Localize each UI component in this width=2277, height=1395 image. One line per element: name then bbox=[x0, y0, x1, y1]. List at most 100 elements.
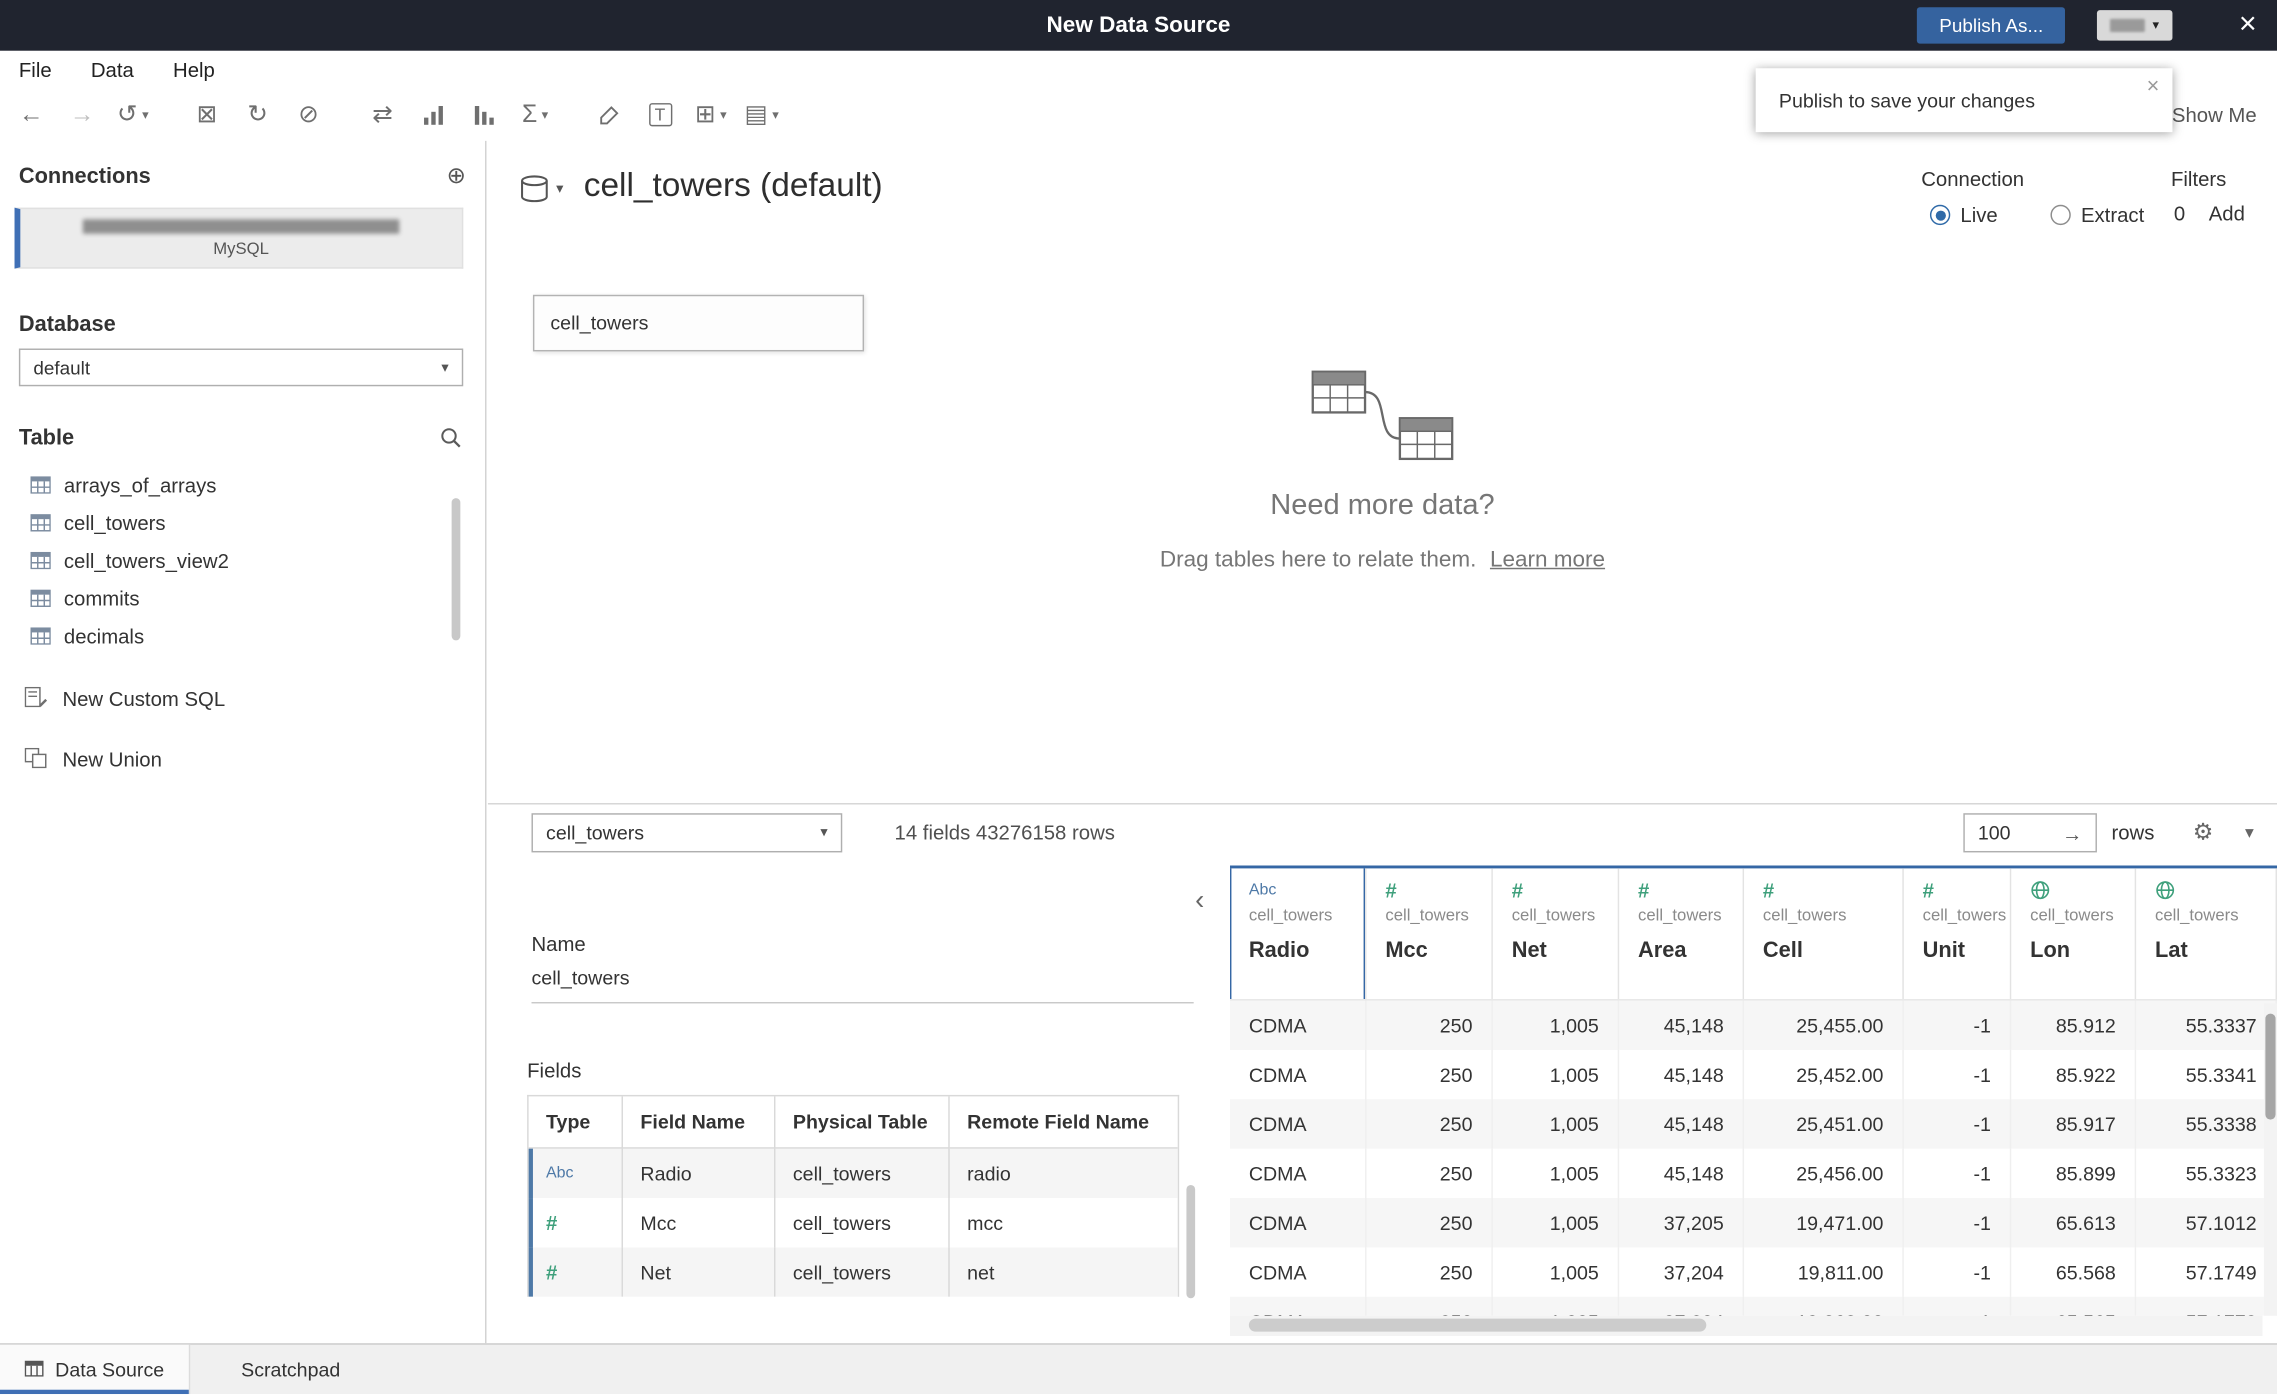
tooltip-close-icon[interactable]: × bbox=[2147, 74, 2160, 99]
fields-row[interactable]: # Mcc cell_towers mcc bbox=[528, 1198, 1178, 1248]
clear-sheet-button[interactable]: ⊠ bbox=[182, 93, 233, 137]
learn-more-link[interactable]: Learn more bbox=[1490, 547, 1605, 572]
grid-row[interactable]: CDMA 250 1,005 37,204 19,811.00 -1 65.568 57.17… bbox=[1230, 1247, 2277, 1297]
grid-cell: CDMA bbox=[1230, 1198, 1367, 1248]
empty-state-title: Need more data? bbox=[1270, 489, 1495, 522]
account-menu[interactable]: ▾ bbox=[2096, 10, 2173, 41]
grid-cell: 45,148 bbox=[1619, 1148, 1745, 1199]
data-grid: Abc cell_towers Radio # cell_towers Mcc # cell_… bbox=[1229, 865, 2277, 1344]
grid-row[interactable]: CDMA 250 1,005 45,148 25,451.00 -1 85.917 55.33… bbox=[1229, 1099, 2277, 1149]
canvas-table-node[interactable]: cell_towers bbox=[532, 294, 865, 352]
add-connection-icon[interactable]: ⊕ bbox=[447, 161, 466, 190]
table-select[interactable]: cell_towers ▾ bbox=[531, 813, 843, 853]
show-cards-button[interactable]: ▤ ▾ bbox=[736, 93, 787, 137]
apply-row-limit-icon[interactable]: → bbox=[2062, 821, 2082, 844]
extract-label: Extract bbox=[2080, 203, 2145, 227]
show-mark-labels-button[interactable]: T bbox=[635, 93, 686, 137]
grid-column-header-lat[interactable]: cell_towers Lat bbox=[2136, 868, 2277, 1000]
grid-row[interactable]: CDMA 250 1,005 45,148 25,456.00 -1 85.899 55.33… bbox=[1230, 1148, 2277, 1199]
search-icon[interactable] bbox=[440, 427, 462, 449]
grid-cell: -1 bbox=[1904, 1198, 2012, 1248]
refresh-button[interactable]: ↻ bbox=[232, 93, 283, 137]
field-type-icon: # bbox=[546, 1260, 558, 1284]
highlight-button[interactable] bbox=[584, 93, 635, 137]
fields-row[interactable]: Abc Radio cell_towers radio bbox=[528, 1148, 1178, 1199]
grid-horizontal-scrollbar-thumb[interactable] bbox=[1248, 1318, 1707, 1332]
tab-data-source[interactable]: Data Source bbox=[0, 1344, 191, 1395]
forward-button[interactable]: → bbox=[57, 93, 108, 137]
grid-column-header-mcc[interactable]: # cell_towers Mcc bbox=[1366, 868, 1493, 1000]
sort-descending-icon bbox=[473, 105, 496, 125]
grid-vertical-scrollbar[interactable] bbox=[2263, 1003, 2277, 1316]
filters-label: Filters bbox=[2170, 166, 2227, 191]
table-item-cell_towers[interactable]: cell_towers bbox=[0, 504, 468, 542]
grid-column-header-lon[interactable]: cell_towers Lon bbox=[2011, 868, 2137, 1000]
replay-button[interactable]: ↺ ▾ bbox=[107, 93, 158, 137]
table-list-scrollbar[interactable] bbox=[451, 498, 461, 641]
menu-file[interactable]: File bbox=[19, 58, 52, 81]
new-union-item[interactable]: New Union bbox=[0, 741, 485, 779]
fields-scrollbar[interactable] bbox=[1186, 1184, 1196, 1299]
grid-cell: -1 bbox=[1904, 1296, 2012, 1316]
sidebar: Connections ⊕ MySQL Database default ▾ T… bbox=[0, 140, 487, 1344]
sort-descending-button[interactable] bbox=[459, 93, 510, 137]
table-icon bbox=[30, 589, 51, 608]
gear-icon[interactable]: ⚙ bbox=[2193, 805, 2214, 862]
publish-as-button[interactable]: Publish As... bbox=[1917, 7, 2065, 44]
grid-row[interactable]: CDMA 250 1,005 37,205 19,471.00 -1 65.613 57.10… bbox=[1229, 1198, 2277, 1248]
live-radio[interactable]: Live bbox=[1929, 203, 1998, 227]
new-custom-sql-item[interactable]: New Custom SQL bbox=[0, 680, 485, 718]
grid-options-chevron-icon[interactable]: ▾ bbox=[2245, 805, 2254, 862]
grid-cell: CDMA bbox=[1230, 1148, 1367, 1199]
grid-cell: 65.568 bbox=[2011, 1247, 2137, 1297]
swap-rows-columns-button[interactable]: ⇄ bbox=[357, 93, 408, 137]
table-item-decimals[interactable]: decimals bbox=[0, 617, 468, 655]
cell-size-button[interactable]: ⊞ ▾ bbox=[685, 93, 736, 137]
grid-column-header-area[interactable]: # cell_towers Area bbox=[1619, 868, 1745, 1000]
clear-formatting-button[interactable]: ⊘ bbox=[283, 93, 334, 137]
fields-table: Type Field Name Physical Table Remote Field… bbox=[527, 1094, 1180, 1297]
forward-icon: → bbox=[69, 100, 95, 128]
grid-row[interactable]: CDMA2501,00537,20419,863.00-165.56557.17… bbox=[1229, 1296, 2277, 1316]
menu-data[interactable]: Data bbox=[91, 58, 134, 81]
name-label: Name bbox=[531, 932, 586, 956]
column-table-name: cell_towers bbox=[2030, 907, 2114, 926]
table-item-cell_towers_view2[interactable]: cell_towers_view2 bbox=[0, 542, 468, 580]
totals-button[interactable]: Σ ▾ bbox=[510, 93, 561, 137]
column-table-name: cell_towers bbox=[1511, 907, 1596, 926]
grid-column-header-net[interactable]: # cell_towers Net bbox=[1493, 868, 1620, 1000]
extract-radio[interactable]: Extract bbox=[2050, 203, 2145, 227]
tab-scratchpad[interactable]: Scratchpad bbox=[216, 1345, 365, 1394]
grid-cell: CDMA bbox=[1230, 1247, 1367, 1297]
grid-row[interactable]: CDMA 250 1,005 45,148 25,455.00 -1 85.912 55.33… bbox=[1229, 1000, 2277, 1050]
field-type-icon: Abc bbox=[546, 1164, 574, 1183]
fields-row[interactable]: # Net cell_towers net bbox=[528, 1247, 1178, 1297]
grid-cell: 1,005 bbox=[1493, 1198, 1620, 1248]
connection-item[interactable]: MySQL bbox=[14, 207, 464, 269]
database-select[interactable]: default ▾ bbox=[18, 348, 464, 387]
close-window-button[interactable]: × bbox=[2239, 0, 2257, 49]
grid-cell: 55.3337 bbox=[2136, 1000, 2277, 1050]
row-limit-input[interactable]: 100 → bbox=[1963, 813, 2097, 853]
grid-cell: CDMA bbox=[1230, 1099, 1367, 1149]
grid-horizontal-scrollbar[interactable] bbox=[1229, 1315, 2263, 1336]
chevron-down-icon: ▾ bbox=[772, 106, 779, 122]
show-me-button[interactable]: Show Me bbox=[2172, 89, 2257, 141]
back-button[interactable]: ← bbox=[6, 93, 57, 137]
grid-column-header-cell[interactable]: # cell_towers Cell bbox=[1744, 868, 1904, 1000]
table-item-arrays_of_arrays[interactable]: arrays_of_arrays bbox=[0, 466, 468, 504]
grid-column-header-unit[interactable]: # cell_towers Unit bbox=[1904, 868, 2012, 1000]
grid-row[interactable]: CDMA 250 1,005 45,148 25,452.00 -1 85.922 55.33… bbox=[1230, 1049, 2277, 1100]
datasource-icon[interactable]: ▾ bbox=[518, 174, 563, 203]
grid-cell: 45,148 bbox=[1619, 1000, 1745, 1050]
globe-icon bbox=[2155, 879, 2276, 902]
grid-vertical-scrollbar-thumb[interactable] bbox=[2265, 1013, 2276, 1120]
tooltip-text: Publish to save your changes bbox=[1778, 89, 2036, 112]
menu-help[interactable]: Help bbox=[173, 58, 215, 81]
filters-add-button[interactable]: Add bbox=[2209, 202, 2245, 225]
grid-column-header-radio[interactable]: Abc cell_towers Radio bbox=[1230, 868, 1367, 1000]
table-item-commits[interactable]: commits bbox=[0, 579, 468, 617]
collapse-pane-icon[interactable]: ‹ bbox=[1195, 886, 1204, 918]
sort-ascending-button[interactable] bbox=[408, 93, 459, 137]
name-input[interactable]: cell_towers bbox=[531, 967, 1194, 1004]
